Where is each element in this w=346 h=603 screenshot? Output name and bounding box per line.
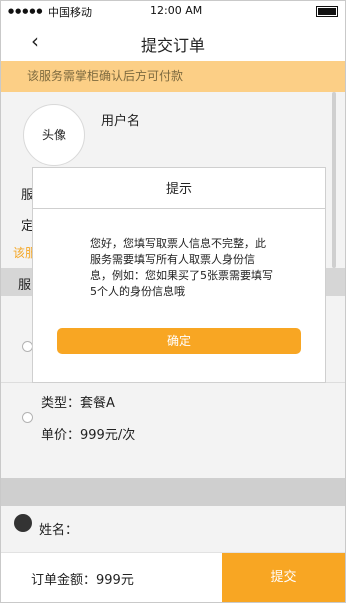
scrollbar[interactable] — [332, 92, 336, 268]
battery-icon — [316, 6, 338, 17]
page-title: 提交订单 — [140, 36, 205, 55]
signal-icon: ●●●●● — [8, 7, 44, 15]
dialog-message: 您好，您填写取票人信息不完整，此服务需要填写所有人取票人身份信息，例如：您如果买… — [90, 237, 273, 298]
section-fragment: 服 — [18, 278, 32, 293]
package-radio-2[interactable] — [22, 412, 33, 423]
nav-bar: ‹ 提交订单 — [1, 21, 345, 61]
package-type: 类型：套餐A — [41, 396, 115, 411]
submit-button[interactable]: 提交 — [222, 553, 345, 602]
alert-dialog: 提示 您好，您填写取票人信息不完整，此服务需要填写所有人取票人身份信息，例如：您… — [32, 167, 326, 383]
username: 用户名 — [101, 114, 141, 129]
name-label: 姓名： — [39, 523, 79, 538]
phone-screen: ●●●●● 中国移动 12:00 AM ‹ 提交订单 该服务需掌柜确认后方可付款… — [0, 0, 346, 603]
clock: 12:00 AM — [150, 4, 203, 17]
dialog-title: 提示 — [33, 168, 325, 209]
package-price: 单价：999元/次 — [41, 428, 136, 443]
person-icon — [14, 514, 32, 532]
order-total: 订单金额：999元 — [31, 573, 134, 588]
status-bar: ●●●●● 中国移动 12:00 AM — [1, 1, 345, 21]
notice-banner: 该服务需掌柜确认后方可付款 — [1, 61, 345, 92]
carrier-label: 中国移动 — [48, 6, 92, 19]
avatar: 头像 — [23, 104, 85, 166]
confirm-button[interactable]: 确定 — [57, 328, 301, 354]
section-separator — [1, 478, 345, 506]
notice-text: 该服务需掌柜确认后方可付款 — [27, 69, 184, 83]
bottom-bar: 订单金额：999元 提交 — [1, 552, 345, 602]
